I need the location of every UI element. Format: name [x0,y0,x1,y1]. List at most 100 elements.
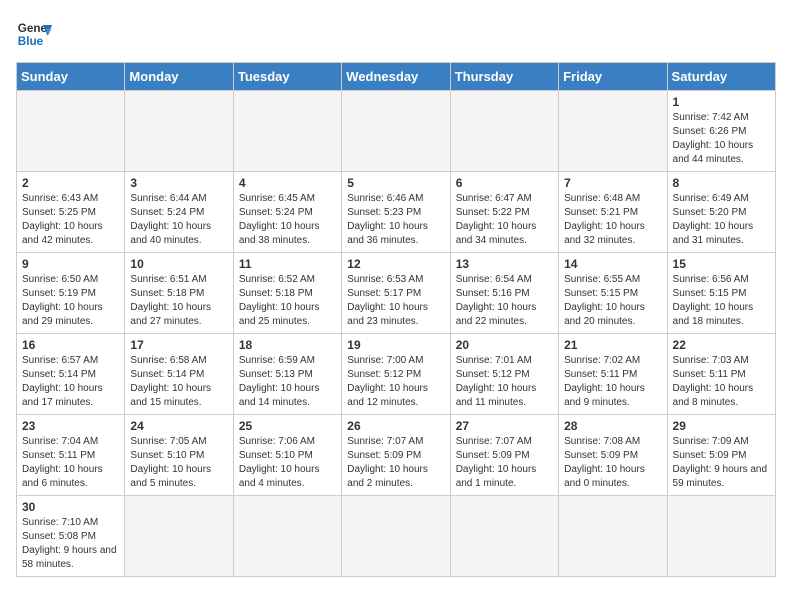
calendar-cell: 6Sunrise: 6:47 AM Sunset: 5:22 PM Daylig… [450,172,558,253]
day-info: Sunrise: 6:55 AM Sunset: 5:15 PM Dayligh… [564,273,661,329]
calendar-cell [450,496,558,577]
day-info: Sunrise: 7:07 AM Sunset: 5:09 PM Dayligh… [347,435,444,491]
day-number: 14 [564,257,661,271]
calendar-cell [125,496,233,577]
day-number: 29 [673,419,770,433]
calendar-cell: 9Sunrise: 6:50 AM Sunset: 5:19 PM Daylig… [17,253,125,334]
day-info: Sunrise: 6:47 AM Sunset: 5:22 PM Dayligh… [456,192,553,248]
day-number: 8 [673,176,770,190]
calendar-cell: 2 Sunrise: 6:43 AM Sunset: 5:25 PM Daylig… [17,172,125,253]
week-row-4: 16Sunrise: 6:57 AM Sunset: 5:14 PM Dayli… [17,334,776,415]
day-header-wednesday: Wednesday [342,63,450,91]
calendar-cell: 22Sunrise: 7:03 AM Sunset: 5:11 PM Dayli… [667,334,775,415]
day-header-friday: Friday [559,63,667,91]
calendar-cell: 29 Sunrise: 7:09 AM Sunset: 5:09 PM Dayli… [667,415,775,496]
calendar-cell: 24 Sunrise: 7:05 AM Sunset: 5:10 PM Dayli… [125,415,233,496]
day-number: 11 [239,257,336,271]
calendar-cell: 15 Sunrise: 6:56 AM Sunset: 5:15 PM Dayli… [667,253,775,334]
week-row-1: 1 Sunrise: 7:42 AM Sunset: 6:26 PM Daylig… [17,91,776,172]
calendar-cell [17,91,125,172]
calendar-cell [342,91,450,172]
day-number: 4 [239,176,336,190]
logo-icon: General Blue [16,16,52,52]
day-number: 5 [347,176,444,190]
day-number: 15 [673,257,770,271]
day-info: Sunrise: 7:09 AM Sunset: 5:09 PM Dayligh… [673,435,770,491]
day-number: 20 [456,338,553,352]
day-info: Sunrise: 6:45 AM Sunset: 5:24 PM Dayligh… [239,192,336,248]
calendar-cell: 18Sunrise: 6:59 AM Sunset: 5:13 PM Dayli… [233,334,341,415]
day-info: Sunrise: 6:43 AM Sunset: 5:25 PM Dayligh… [22,192,119,248]
calendar-cell: 13 Sunrise: 6:54 AM Sunset: 5:16 PM Dayli… [450,253,558,334]
calendar-cell: 8 Sunrise: 6:49 AM Sunset: 5:20 PM Daylig… [667,172,775,253]
day-info: Sunrise: 6:57 AM Sunset: 5:14 PM Dayligh… [22,354,119,410]
calendar-cell: 26Sunrise: 7:07 AM Sunset: 5:09 PM Dayli… [342,415,450,496]
week-row-6: 30 Sunrise: 7:10 AM Sunset: 5:08 PM Dayli… [17,496,776,577]
day-header-monday: Monday [125,63,233,91]
calendar-cell: 12 Sunrise: 6:53 AM Sunset: 5:17 PM Dayli… [342,253,450,334]
day-info: Sunrise: 7:07 AM Sunset: 5:09 PM Dayligh… [456,435,553,491]
calendar-cell: 7 Sunrise: 6:48 AM Sunset: 5:21 PM Daylig… [559,172,667,253]
day-number: 9 [22,257,119,271]
calendar-cell: 10Sunrise: 6:51 AM Sunset: 5:18 PM Dayli… [125,253,233,334]
day-info: Sunrise: 7:02 AM Sunset: 5:11 PM Dayligh… [564,354,661,410]
day-header-tuesday: Tuesday [233,63,341,91]
calendar-cell: 17 Sunrise: 6:58 AM Sunset: 5:14 PM Dayli… [125,334,233,415]
calendar-cell: 28 Sunrise: 7:08 AM Sunset: 5:09 PM Dayli… [559,415,667,496]
day-info: Sunrise: 7:01 AM Sunset: 5:12 PM Dayligh… [456,354,553,410]
day-info: Sunrise: 7:10 AM Sunset: 5:08 PM Dayligh… [22,516,119,572]
day-number: 12 [347,257,444,271]
day-info: Sunrise: 7:05 AM Sunset: 5:10 PM Dayligh… [130,435,227,491]
week-row-5: 23 Sunrise: 7:04 AM Sunset: 5:11 PM Dayli… [17,415,776,496]
day-number: 18 [239,338,336,352]
day-info: Sunrise: 6:46 AM Sunset: 5:23 PM Dayligh… [347,192,444,248]
day-header-sunday: Sunday [17,63,125,91]
calendar-cell: 14 Sunrise: 6:55 AM Sunset: 5:15 PM Dayli… [559,253,667,334]
day-info: Sunrise: 6:48 AM Sunset: 5:21 PM Dayligh… [564,192,661,248]
calendar-cell [342,496,450,577]
day-info: Sunrise: 7:08 AM Sunset: 5:09 PM Dayligh… [564,435,661,491]
day-number: 24 [130,419,227,433]
day-number: 7 [564,176,661,190]
calendar-cell: 21 Sunrise: 7:02 AM Sunset: 5:11 PM Dayli… [559,334,667,415]
day-info: Sunrise: 6:52 AM Sunset: 5:18 PM Dayligh… [239,273,336,329]
week-row-3: 9Sunrise: 6:50 AM Sunset: 5:19 PM Daylig… [17,253,776,334]
day-number: 23 [22,419,119,433]
day-number: 27 [456,419,553,433]
day-info: Sunrise: 6:53 AM Sunset: 5:17 PM Dayligh… [347,273,444,329]
calendar-cell: 27 Sunrise: 7:07 AM Sunset: 5:09 PM Dayli… [450,415,558,496]
day-info: Sunrise: 6:54 AM Sunset: 5:16 PM Dayligh… [456,273,553,329]
day-info: Sunrise: 7:42 AM Sunset: 6:26 PM Dayligh… [673,111,770,167]
day-header-thursday: Thursday [450,63,558,91]
week-row-2: 2 Sunrise: 6:43 AM Sunset: 5:25 PM Daylig… [17,172,776,253]
calendar-cell: 1 Sunrise: 7:42 AM Sunset: 6:26 PM Daylig… [667,91,775,172]
calendar-cell: 20 Sunrise: 7:01 AM Sunset: 5:12 PM Dayli… [450,334,558,415]
day-info: Sunrise: 6:58 AM Sunset: 5:14 PM Dayligh… [130,354,227,410]
day-info: Sunrise: 6:51 AM Sunset: 5:18 PM Dayligh… [130,273,227,329]
day-number: 30 [22,500,119,514]
day-info: Sunrise: 7:00 AM Sunset: 5:12 PM Dayligh… [347,354,444,410]
day-info: Sunrise: 7:06 AM Sunset: 5:10 PM Dayligh… [239,435,336,491]
day-number: 28 [564,419,661,433]
day-number: 19 [347,338,444,352]
day-info: Sunrise: 6:56 AM Sunset: 5:15 PM Dayligh… [673,273,770,329]
day-number: 2 [22,176,119,190]
day-info: Sunrise: 7:04 AM Sunset: 5:11 PM Dayligh… [22,435,119,491]
day-number: 13 [456,257,553,271]
day-number: 21 [564,338,661,352]
calendar-cell [125,91,233,172]
calendar-cell: 3Sunrise: 6:44 AM Sunset: 5:24 PM Daylig… [125,172,233,253]
calendar-table: SundayMondayTuesdayWednesdayThursdayFrid… [16,62,776,577]
day-number: 22 [673,338,770,352]
day-number: 17 [130,338,227,352]
calendar-cell: 19 Sunrise: 7:00 AM Sunset: 5:12 PM Dayli… [342,334,450,415]
calendar-cell [559,496,667,577]
day-number: 1 [673,95,770,109]
calendar-cell: 5 Sunrise: 6:46 AM Sunset: 5:23 PM Daylig… [342,172,450,253]
page-header: General Blue [16,16,776,52]
calendar-cell: 30 Sunrise: 7:10 AM Sunset: 5:08 PM Dayli… [17,496,125,577]
calendar-cell: 4 Sunrise: 6:45 AM Sunset: 5:24 PM Daylig… [233,172,341,253]
day-info: Sunrise: 6:49 AM Sunset: 5:20 PM Dayligh… [673,192,770,248]
calendar-cell: 25Sunrise: 7:06 AM Sunset: 5:10 PM Dayli… [233,415,341,496]
day-number: 3 [130,176,227,190]
